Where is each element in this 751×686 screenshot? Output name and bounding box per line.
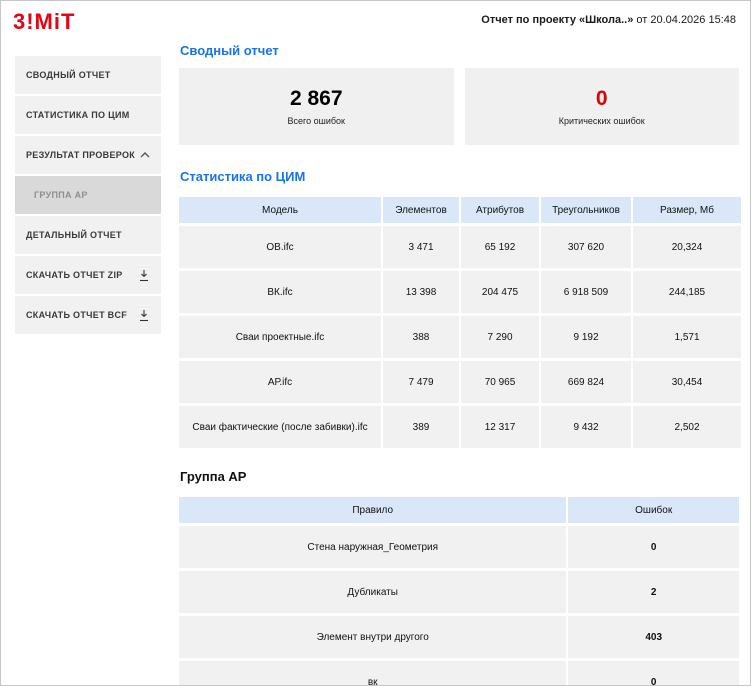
cell-model: Сваи фактические (после забивки).ifc [179,406,381,448]
table-row: ВК.ifc 13 398 204 475 6 918 509 244,185 [179,271,741,313]
sidebar-item-check-results[interactable]: РЕЗУЛЬТАТ ПРОВЕРОК [15,136,161,174]
main-content: Сводный отчет 2 867 Всего ошибок 0 Крити… [179,43,739,686]
sidebar-item-label: СВОДНЫЙ ОТЧЕТ [26,70,111,80]
column-header-errors: Ошибок [568,497,739,523]
cell-attributes: 65 192 [461,226,539,268]
cell-attributes: 7 290 [461,316,539,358]
cell-triangles: 6 918 509 [541,271,631,313]
cell-elements: 388 [383,316,459,358]
cell-size: 20,324 [633,226,741,268]
table-row: вк 0 [179,661,739,686]
cell-rule: Стена наружная_Геометрия [179,526,566,568]
cell-elements: 7 479 [383,361,459,403]
group-ar-header-row: Правило Ошибок [179,497,739,523]
cell-size: 1,571 [633,316,741,358]
cim-table-header-row: Модель Элементов Атрибутов Треугольников… [179,197,741,223]
cell-attributes: 12 317 [461,406,539,448]
cell-error-count: 2 [568,571,739,613]
column-header: Модель [179,197,381,223]
cell-model: АР.ifc [179,361,381,403]
table-row: Элемент внутри другого 403 [179,616,739,658]
cell-elements: 13 398 [383,271,459,313]
cell-rule: вк [179,661,566,686]
total-errors-card: 2 867 Всего ошибок [179,68,454,145]
cell-elements: 389 [383,406,459,448]
sidebar-item-label: РЕЗУЛЬТАТ ПРОВЕРОК [26,150,135,160]
cell-triangles: 307 620 [541,226,631,268]
cell-size: 244,185 [633,271,741,313]
column-header: Элементов [383,197,459,223]
group-ar-title: Группа АР [180,469,739,484]
table-row: ОВ.ifc 3 471 65 192 307 620 20,324 [179,226,741,268]
total-errors-value: 2 867 [290,87,343,111]
table-row: Сваи фактические (после забивки).ifc 389… [179,406,741,448]
critical-errors-label: Критических ошибок [559,116,645,126]
cell-attributes: 70 965 [461,361,539,403]
sidebar-item-cim-stats[interactable]: СТАТИСТИКА ПО ЦИМ [15,96,161,134]
cell-attributes: 204 475 [461,271,539,313]
total-errors-label: Всего ошибок [288,116,345,126]
sidebar-item-download-zip[interactable]: СКАЧАТЬ ОТЧЕТ ZIP [15,256,161,294]
summary-cards: 2 867 Всего ошибок 0 Критических ошибок [179,68,739,145]
critical-errors-card: 0 Критических ошибок [465,68,740,145]
column-header: Треугольников [541,197,631,223]
cell-model: ВК.ifc [179,271,381,313]
cell-rule: Дубликаты [179,571,566,613]
cell-size: 2,502 [633,406,741,448]
sidebar-item-detailed[interactable]: ДЕТАЛЬНЫЙ ОТЧЕТ [15,216,161,254]
bimit-logo[interactable]: 3!MiT [13,9,75,35]
column-header: Размер, Мб [633,197,741,223]
cell-triangles: 9 192 [541,316,631,358]
cell-error-count: 0 [568,661,739,686]
cim-table: Модель Элементов Атрибутов Треугольников… [177,194,743,451]
sidebar-item-label: СКАЧАТЬ ОТЧЕТ BCF [26,310,127,320]
sidebar-item-label: СТАТИСТИКА ПО ЦИМ [26,110,130,120]
table-row: Дубликаты 2 [179,571,739,613]
table-row: Сваи проектные.ifc 388 7 290 9 192 1,571 [179,316,741,358]
chevron-up-icon [140,152,150,158]
summary-title: Сводный отчет [180,43,739,58]
cim-title: Статистика по ЦИМ [180,169,739,184]
table-row: АР.ifc 7 479 70 965 669 824 30,454 [179,361,741,403]
group-ar-table: Правило Ошибок Стена наружная_Геометрия … [177,494,741,686]
download-icon [138,309,150,322]
cell-elements: 3 471 [383,226,459,268]
sidebar-item-label: ГРУППА АР [34,190,88,200]
download-icon [138,269,150,282]
report-page: 3!MiT Отчет по проекту «Школа..» от 20.0… [0,0,751,686]
cell-error-count: 403 [568,616,739,658]
report-info: Отчет по проекту «Школа..» от 20.04.2026… [481,14,736,26]
sidebar-item-group-ar[interactable]: ГРУППА АР [15,176,161,214]
cell-size: 30,454 [633,361,741,403]
cell-model: Сваи проектные.ifc [179,316,381,358]
sidebar-item-label: СКАЧАТЬ ОТЧЕТ ZIP [26,270,123,280]
cell-triangles: 9 432 [541,406,631,448]
sidebar-item-download-bcf[interactable]: СКАЧАТЬ ОТЧЕТ BCF [15,296,161,334]
cell-model: ОВ.ifc [179,226,381,268]
report-date: от 20.04.2026 15:48 [633,14,736,26]
column-header: Атрибутов [461,197,539,223]
cell-triangles: 669 824 [541,361,631,403]
table-row: Стена наружная_Геометрия 0 [179,526,739,568]
cell-rule: Элемент внутри другого [179,616,566,658]
column-header: Правило [179,497,566,523]
cell-error-count: 0 [568,526,739,568]
critical-errors-value: 0 [596,87,608,111]
report-name: Отчет по проекту «Школа..» [481,14,633,26]
sidebar-item-summary[interactable]: СВОДНЫЙ ОТЧЕТ [15,56,161,94]
sidebar: СВОДНЫЙ ОТЧЕТ СТАТИСТИКА ПО ЦИМ РЕЗУЛЬТА… [15,56,161,336]
sidebar-item-label: ДЕТАЛЬНЫЙ ОТЧЕТ [26,230,122,240]
